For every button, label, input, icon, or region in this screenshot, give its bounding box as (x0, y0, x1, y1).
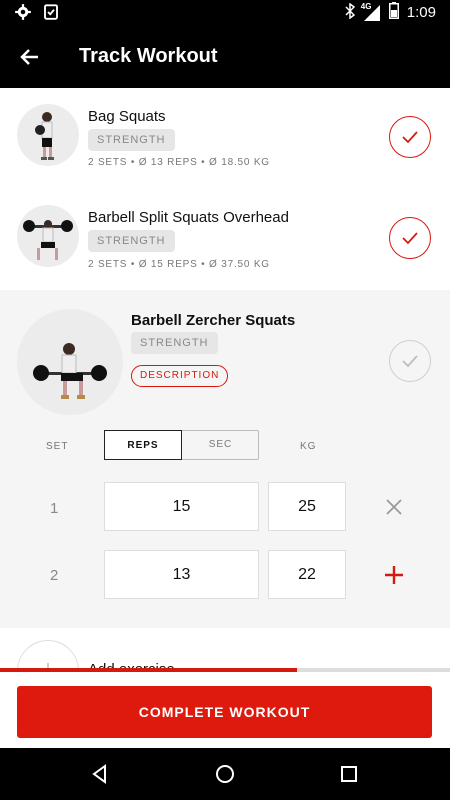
complete-toggle[interactable] (389, 340, 431, 382)
complete-toggle[interactable] (389, 116, 431, 158)
complete-workout-button[interactable]: COMPLETE WORKOUT (17, 686, 432, 738)
exercise-row[interactable]: Bag Squats STRENGTH 2 SETS • Ø 13 REPS •… (0, 88, 450, 190)
reps-input[interactable]: 15 (104, 482, 259, 531)
bottom-action-area: COMPLETE WORKOUT (0, 672, 450, 748)
battery-icon (388, 2, 399, 23)
add-set-icon[interactable] (382, 563, 406, 587)
exercise-thumbnail (17, 309, 123, 415)
recents-square-icon[interactable] (337, 762, 361, 786)
reps-option[interactable]: REPS (104, 430, 182, 460)
checkmark-icon (402, 232, 418, 245)
clock: 1:09 (406, 4, 436, 21)
home-circle-icon[interactable] (213, 762, 237, 786)
exercise-name: Barbell Split Squats Overhead (88, 209, 289, 226)
remove-set-icon[interactable] (382, 495, 406, 519)
exercise-stats: 2 SETS • Ø 13 REPS • Ø 18.50 KG (88, 157, 270, 168)
status-bar: 4G 1:09 (0, 0, 450, 24)
exercise-name: Bag Squats (88, 108, 166, 125)
exercise-thumbnail (17, 104, 79, 166)
set-number: 1 (50, 500, 59, 517)
kg-column-header: KG (300, 441, 317, 452)
checkmark-icon (402, 355, 418, 368)
reps-sec-toggle: REPS SEC (104, 430, 259, 460)
exercise-row[interactable]: Barbell Split Squats Overhead STRENGTH 2… (0, 189, 450, 291)
active-exercise-panel: Barbell Zercher Squats STRENGTH DESCRIPT… (0, 290, 450, 628)
category-badge: STRENGTH (131, 332, 218, 354)
checkmark-icon (402, 131, 418, 144)
category-badge: STRENGTH (88, 230, 175, 252)
complete-toggle[interactable] (389, 217, 431, 259)
bluetooth-icon (345, 2, 355, 23)
kg-input[interactable]: 22 (268, 550, 346, 599)
app-bar: Track Workout (0, 24, 450, 88)
back-arrow-icon[interactable] (14, 42, 44, 72)
set-number: 2 (50, 567, 59, 584)
reps-input[interactable]: 13 (104, 550, 259, 599)
exercise-stats: 2 SETS • Ø 15 REPS • Ø 37.50 KG (88, 259, 270, 270)
gear-icon (14, 3, 32, 26)
workout-list: Bag Squats STRENGTH 2 SETS • Ø 13 REPS •… (0, 88, 450, 684)
description-button[interactable]: DESCRIPTION (131, 365, 229, 387)
kg-input[interactable]: 25 (268, 482, 346, 531)
signal-icon: 4G (360, 1, 381, 22)
category-badge: STRENGTH (88, 129, 175, 151)
sec-option[interactable]: SEC (182, 431, 259, 459)
page-title: Track Workout (79, 45, 218, 67)
clipboard-check-icon (42, 3, 60, 26)
set-column-header: SET (46, 441, 69, 452)
exercise-thumbnail (17, 205, 79, 267)
system-navigation-bar (0, 748, 450, 800)
exercise-name: Barbell Zercher Squats (131, 312, 296, 329)
back-triangle-icon[interactable] (88, 762, 112, 786)
network-type-label: 4G (360, 1, 372, 11)
